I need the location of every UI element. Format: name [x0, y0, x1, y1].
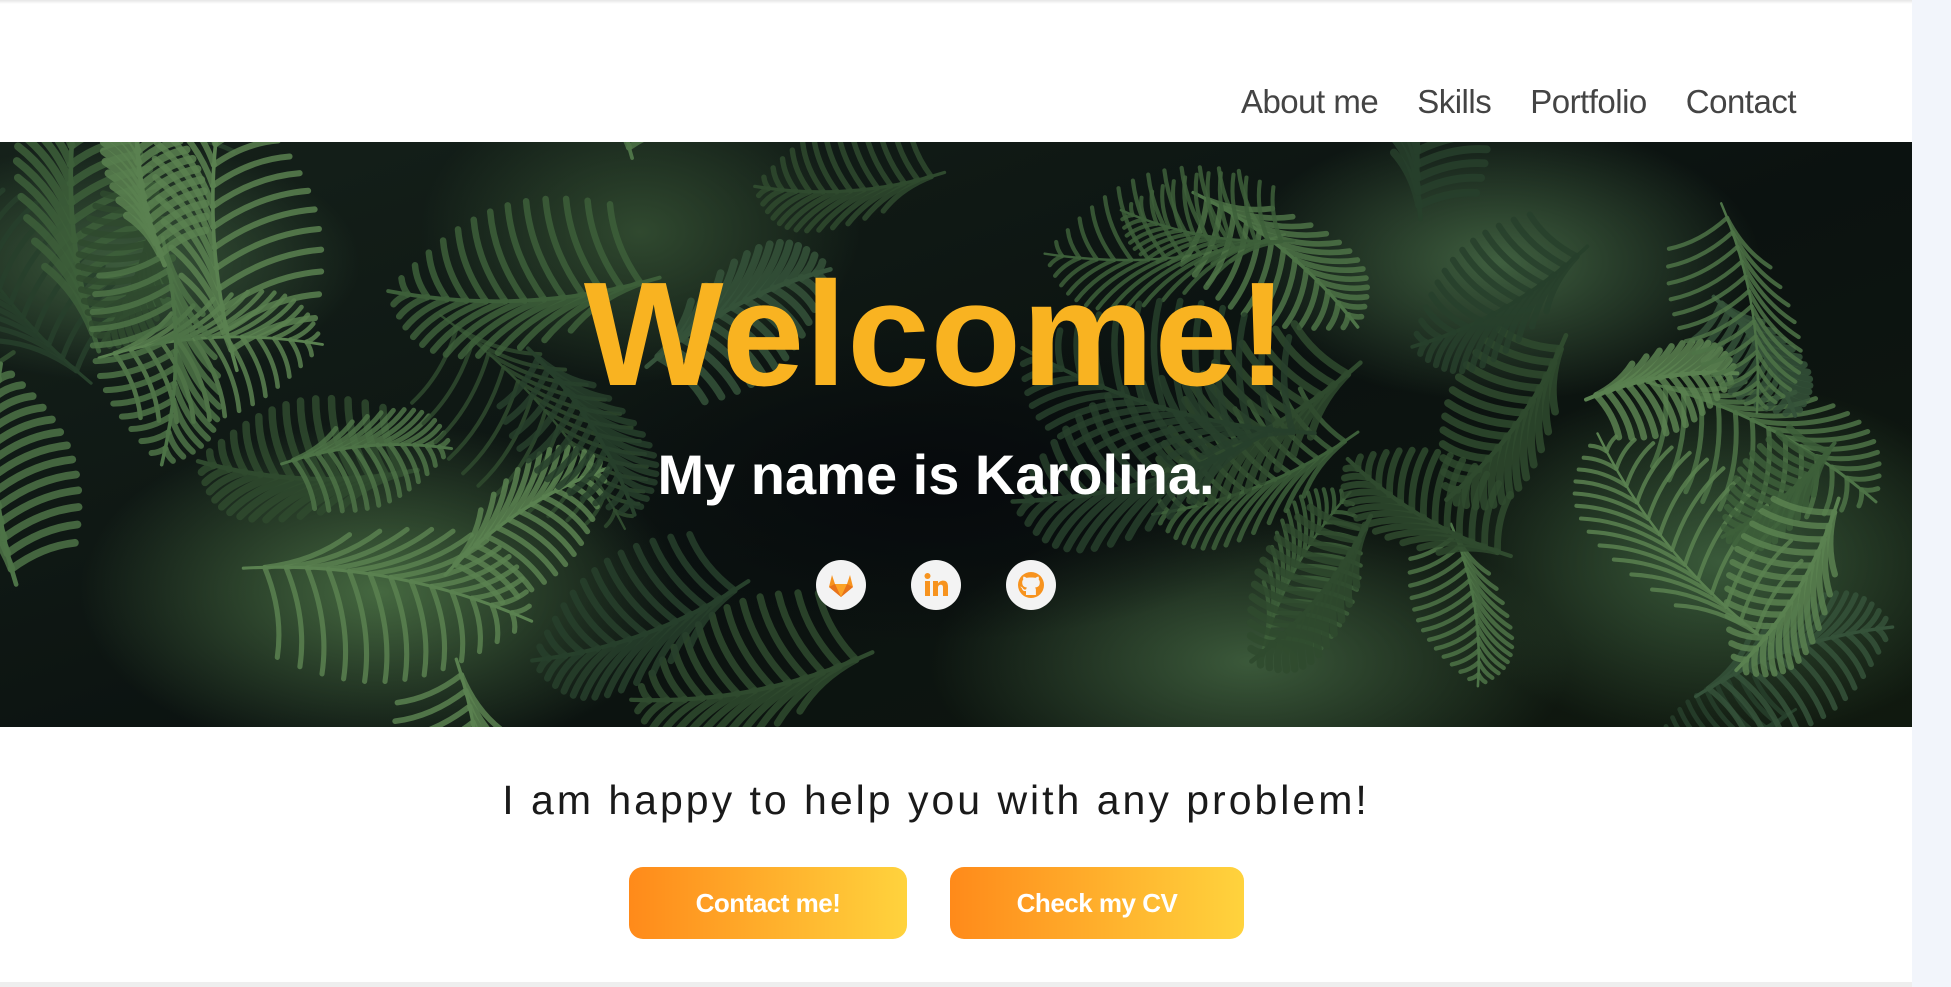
scrollbar-track[interactable]	[1912, 0, 1951, 987]
page-bottom-edge	[0, 982, 1912, 987]
header-shadow	[0, 0, 1912, 4]
nav-contact[interactable]: Contact	[1686, 78, 1797, 126]
nav-about-me[interactable]: About me	[1241, 78, 1379, 126]
welcome-heading: Welcome!	[583, 252, 1289, 417]
nav-portfolio[interactable]: Portfolio	[1530, 78, 1647, 126]
name-subtitle: My name is Karolina.	[657, 443, 1215, 506]
github-icon	[1018, 572, 1044, 598]
page: About me Skills Portfolio Contact Welcom…	[0, 0, 1912, 982]
gitlab-icon	[829, 575, 853, 597]
social-links	[816, 560, 1056, 610]
check-cv-button[interactable]: Check my CV	[950, 867, 1244, 939]
gitlab-link[interactable]	[816, 560, 866, 610]
github-link[interactable]	[1006, 560, 1056, 610]
linkedin-link[interactable]	[911, 560, 961, 610]
hero-banner: Welcome! My name is Karolina.	[0, 142, 1912, 727]
contact-me-button[interactable]: Contact me!	[629, 867, 907, 939]
nav-skills[interactable]: Skills	[1417, 78, 1492, 126]
palm-leaves-background	[0, 142, 1895, 727]
linkedin-icon	[924, 573, 948, 596]
main-nav: About me Skills Portfolio Contact	[1241, 78, 1797, 126]
tagline: I am happy to help you with any problem!	[502, 777, 1370, 823]
